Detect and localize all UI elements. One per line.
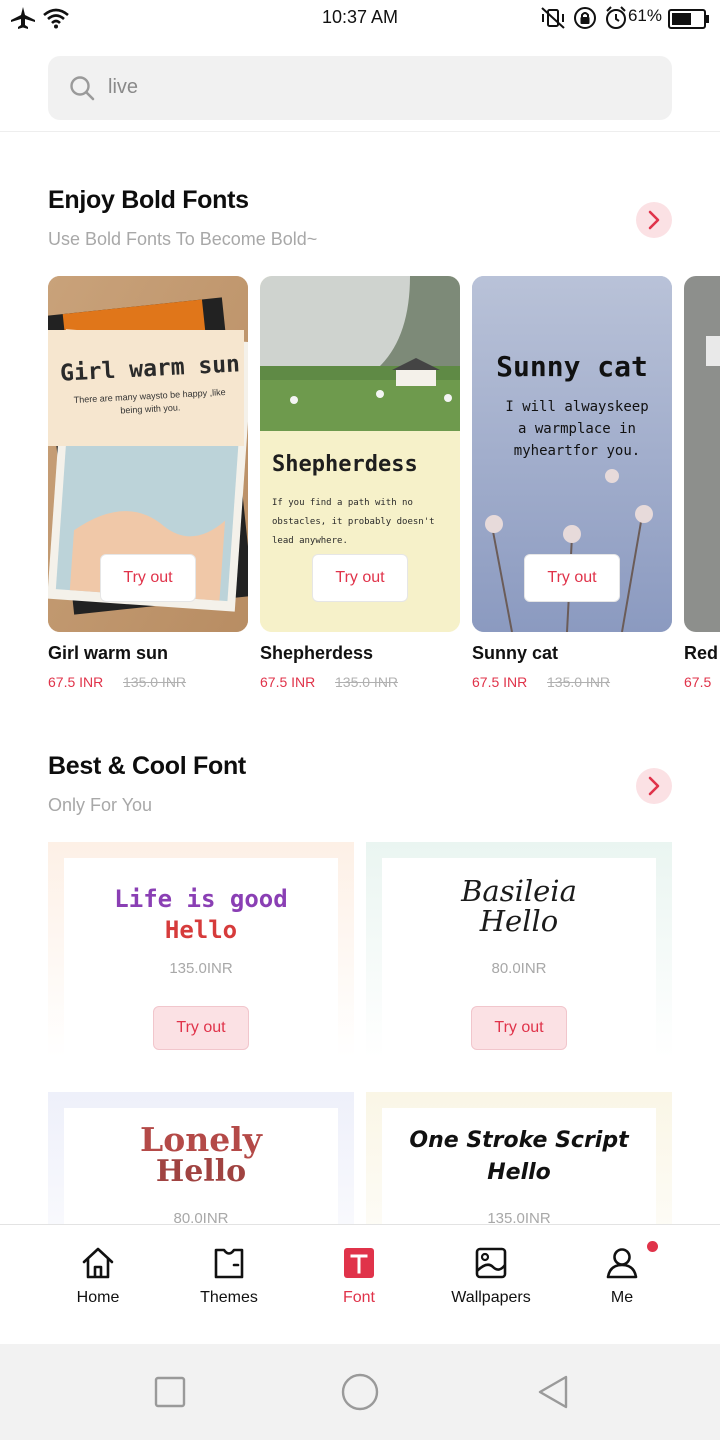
card-price: 67.5 INR [472, 674, 528, 690]
back-icon[interactable] [536, 1374, 572, 1410]
try-out-button[interactable]: Try out [524, 554, 620, 602]
section-subtitle-bold-fonts: Use Bold Fonts To Become Bold~ [48, 229, 318, 249]
recents-icon[interactable] [154, 1376, 186, 1408]
search-input[interactable]: live [48, 56, 672, 120]
home-icon [82, 1247, 114, 1279]
font-sample-line2: Hello [164, 916, 238, 944]
card-price: 67.5 [684, 674, 712, 690]
card-art-text: I will alwayskeep a warmplace in myheart… [505, 399, 649, 459]
card-art-title: Sunny cat [496, 350, 648, 383]
font-sample-line1: Life is good [114, 885, 288, 913]
nav-me[interactable]: Me [562, 1225, 682, 1335]
rotation-lock-icon [574, 7, 596, 29]
try-out-button[interactable]: Try out [471, 1006, 567, 1050]
shirt-icon [214, 1248, 244, 1279]
try-out-button[interactable]: Try out [312, 554, 408, 602]
card-old-price: 135.0 INR [123, 674, 187, 690]
try-out-button[interactable]: Try out [153, 1006, 249, 1050]
battery-icon [668, 9, 709, 29]
font-sample-line2: Hello [487, 1160, 551, 1185]
search-placeholder: live [108, 76, 139, 98]
font-icon [344, 1248, 374, 1278]
font-card-life-is-good[interactable]: Life is good Hello 135.0INR Try out [48, 842, 354, 1058]
header-divider [0, 131, 720, 132]
vibrate-off-icon [541, 7, 565, 29]
nav-label: Wallpapers [451, 1289, 531, 1306]
card-name: Shepherdess [260, 643, 374, 663]
theme-card-red[interactable] [684, 276, 720, 632]
font-price: 80.0INR [491, 960, 547, 977]
card-price: 67.5 INR [48, 674, 104, 690]
image-icon [475, 1247, 507, 1279]
system-nav-bar [0, 1344, 720, 1440]
alarm-icon [606, 6, 626, 29]
try-out-button[interactable]: Try out [100, 554, 196, 602]
person-icon [606, 1248, 638, 1279]
search-icon [70, 76, 95, 101]
nav-wallpapers[interactable]: Wallpapers [431, 1225, 551, 1335]
card-art-title: Shepherdess [272, 452, 418, 477]
nav-font[interactable]: Font [299, 1225, 419, 1335]
more-cool-fonts-button[interactable] [636, 768, 672, 804]
section-subtitle-cool-font: Only For You [48, 795, 153, 815]
font-card-inner: Life is good Hello 135.0INR Try out [64, 858, 338, 1058]
chevron-right-icon [648, 776, 660, 796]
section-title-bold-fonts: Enjoy Bold Fonts [48, 186, 249, 214]
battery-percent: 61% [627, 6, 662, 25]
more-bold-fonts-button[interactable] [636, 202, 672, 238]
card-old-price: 135.0 INR [547, 674, 611, 690]
font-card-inner: Basileia Hello 80.0INR Try out [382, 858, 656, 1058]
nav-themes[interactable]: Themes [169, 1225, 289, 1335]
card-old-price: 135.0 INR [335, 674, 399, 690]
card-name: Sunny cat [472, 643, 559, 663]
nav-label: Me [610, 1289, 634, 1306]
theme-card-shepherdess[interactable]: Shepherdess If you find a path with no o… [260, 276, 460, 632]
bottom-nav: Home Themes Font Wallpapers Me [0, 1224, 720, 1344]
chevron-right-icon [648, 210, 660, 230]
card-name: Red s [684, 643, 720, 663]
card-name: Girl warm sun [48, 643, 169, 663]
nav-label: Font [342, 1289, 375, 1306]
font-sample-line1: Basileia [461, 874, 577, 908]
nav-home[interactable]: Home [38, 1225, 158, 1335]
theme-card-sunny-cat[interactable]: Sunny cat I will alwayskeep a warmplace … [472, 276, 672, 632]
font-sample-line2: Hello [479, 904, 559, 938]
nav-label: Home [76, 1289, 120, 1306]
card-price: 67.5 INR [260, 674, 316, 690]
card-art-text: If you find a path with no obstacles, it… [272, 498, 435, 546]
font-sample-line1: One Stroke Script [409, 1128, 629, 1153]
card-art-glyph [706, 336, 720, 366]
nav-label: Themes [200, 1289, 258, 1306]
font-sample-line2: Hello [155, 1154, 247, 1189]
home-button-icon[interactable] [340, 1372, 380, 1412]
status-bar: 10:37 AM 61% [0, 0, 720, 36]
notification-badge [647, 1241, 658, 1252]
theme-card-girl-warm-sun[interactable]: Girl warm sun There are many waysto be h… [48, 276, 248, 632]
section-title-cool-font: Best & Cool Font [48, 752, 246, 780]
font-price: 135.0INR [169, 960, 233, 977]
font-card-basileia[interactable]: Basileia Hello 80.0INR Try out [366, 842, 672, 1058]
